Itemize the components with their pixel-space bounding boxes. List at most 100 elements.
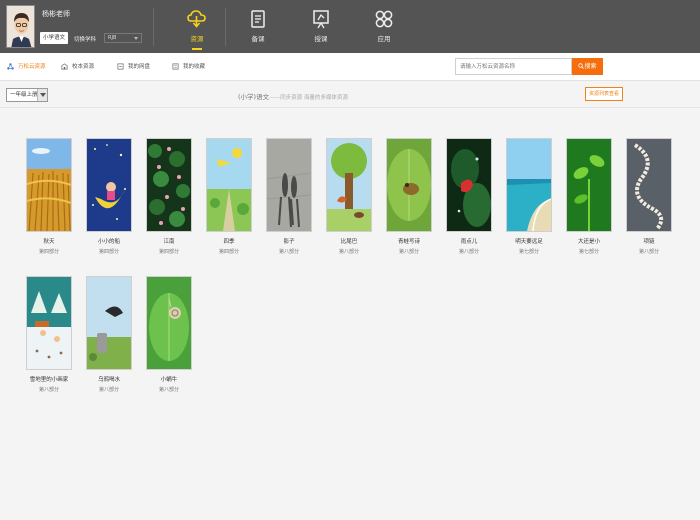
resource-cover-image[interactable]	[146, 276, 192, 370]
resource-title[interactable]: 明天要远足	[506, 237, 552, 245]
search-button[interactable]: 搜索	[572, 58, 603, 75]
resource-card[interactable]: 明天要远足 第七部分	[506, 138, 552, 255]
resource-card[interactable]: 小小的船 第四部分	[86, 138, 132, 255]
resource-title[interactable]: 雪地里的小画家	[26, 375, 72, 383]
resource-title[interactable]: 小蜗牛	[146, 375, 192, 383]
cloud-resources-icon	[187, 10, 206, 28]
resource-part: 第八部分	[158, 387, 179, 393]
resource-card[interactable]: 乌鸦喝水 第八部分	[86, 276, 132, 393]
search-input[interactable]	[455, 58, 572, 75]
tab-teaching-label: 授课	[314, 35, 328, 43]
tab-resources-label: 资源	[190, 35, 204, 43]
breadcrumb: (小学)语文——同步资源 海量的多媒体资源	[238, 91, 348, 101]
resource-part: 第四部分	[158, 249, 179, 255]
resource-part: 第四部分	[218, 249, 239, 255]
subtab-cloud-resources-label: 万松云资源	[18, 64, 46, 70]
resource-card[interactable]: 雪地里的小画家 第八部分	[26, 276, 72, 393]
resource-cover-image[interactable]	[566, 138, 612, 232]
breadcrumb-subject: (小学)语文	[238, 93, 270, 101]
subtab-school-resources[interactable]: 校本资源	[61, 62, 94, 70]
avatar[interactable]	[6, 5, 35, 48]
netdisk-icon	[117, 63, 124, 70]
resource-card[interactable]: 青蛙写诗 第八部分	[386, 138, 432, 255]
resource-card[interactable]: 秋天 第四部分	[26, 138, 72, 255]
resource-cover-image[interactable]	[86, 138, 132, 232]
resource-title[interactable]: 雨点儿	[446, 237, 492, 245]
resource-card[interactable]: 小蜗牛 第八部分	[146, 276, 192, 393]
header-divider	[225, 8, 226, 46]
grade-select[interactable]: 一年级上册	[6, 88, 48, 102]
resource-part: 第四部分	[98, 249, 119, 255]
resource-card[interactable]: 比尾巴 第八部分	[326, 138, 372, 255]
tab-apps-label: 应用	[377, 35, 391, 43]
subtab-my-favorites[interactable]: 我的收藏	[172, 62, 205, 70]
resource-part: 第八部分	[458, 249, 479, 255]
list-view-button[interactable]: 资源列表查看	[585, 87, 623, 101]
resource-part: 第八部分	[98, 387, 119, 393]
resource-cover-image[interactable]	[626, 138, 672, 232]
tab-resources[interactable]: 资源	[176, 0, 218, 53]
resource-cover-image[interactable]	[266, 138, 312, 232]
app-window: 杨彬老师 小学语文 切换学科 RJB 资源 备课 授课 应用 万松云资源 校本资…	[0, 0, 700, 520]
resource-title[interactable]: 江南	[146, 237, 192, 245]
filter-bar: 一年级上册 (小学)语文——同步资源 海量的多媒体资源 资源列表查看	[0, 82, 700, 108]
resource-source-bar: 万松云资源 校本资源 我的网盘 我的收藏 搜索	[0, 53, 700, 81]
resource-part: 第八部分	[278, 249, 299, 255]
resource-title[interactable]: 青蛙写诗	[386, 237, 432, 245]
resource-title[interactable]: 四季	[206, 237, 252, 245]
resource-card[interactable]: 项链 第八部分	[626, 138, 672, 255]
resource-title[interactable]: 项链	[626, 237, 672, 245]
subtab-school-resources-label: 校本资源	[72, 64, 95, 70]
resource-title[interactable]: 大还是小	[566, 237, 612, 245]
resource-cover-image[interactable]	[26, 276, 72, 370]
subtab-cloud-resources[interactable]: 万松云资源	[7, 62, 46, 70]
resource-part: 第八部分	[398, 249, 419, 255]
school-icon	[61, 63, 68, 70]
resource-title[interactable]: 影子	[266, 237, 312, 245]
apps-icon	[375, 10, 393, 28]
resource-part: 第七部分	[518, 249, 539, 255]
edition-select[interactable]: RJB	[104, 33, 142, 43]
resource-title[interactable]: 秋天	[26, 237, 72, 245]
tab-teaching[interactable]: 授课	[300, 0, 342, 53]
resource-part: 第七部分	[578, 249, 599, 255]
resource-cover-image[interactable]	[326, 138, 372, 232]
resource-title[interactable]: 小小的船	[86, 237, 132, 245]
cloud-share-icon	[7, 63, 14, 70]
favorites-icon	[172, 63, 179, 70]
tab-lesson-prep[interactable]: 备课	[237, 0, 279, 53]
resource-cover-image[interactable]	[386, 138, 432, 232]
resource-title[interactable]: 比尾巴	[326, 237, 372, 245]
resource-card[interactable]: 四季 第四部分	[206, 138, 252, 255]
resource-title[interactable]: 乌鸦喝水	[86, 375, 132, 383]
subtab-my-netdisk[interactable]: 我的网盘	[117, 62, 150, 70]
active-tab-indicator	[192, 48, 202, 50]
resource-cover-image[interactable]	[506, 138, 552, 232]
top-header: 杨彬老师 小学语文 切换学科 RJB 资源 备课 授课 应用	[0, 0, 700, 53]
search-button-label: 搜索	[584, 63, 597, 70]
breadcrumb-description: ——同步资源 海量的多媒体资源	[269, 95, 348, 101]
resource-card[interactable]: 雨点儿 第八部分	[446, 138, 492, 255]
subtab-my-netdisk-label: 我的网盘	[128, 64, 151, 70]
grade-value: 一年级上册	[10, 92, 38, 98]
tab-lesson-prep-label: 备课	[251, 35, 265, 43]
resource-card[interactable]: 大还是小 第七部分	[566, 138, 612, 255]
user-name: 杨彬老师	[42, 10, 70, 18]
tab-apps[interactable]: 应用	[363, 0, 405, 53]
current-subject-badge[interactable]: 小学语文	[40, 32, 68, 44]
switch-subject-link[interactable]: 切换学科	[74, 35, 96, 43]
chevron-down-icon	[134, 37, 138, 40]
resource-part: 第八部分	[638, 249, 659, 255]
resource-part: 第八部分	[38, 387, 59, 393]
resource-card[interactable]: 影子 第八部分	[266, 138, 312, 255]
teaching-board-icon	[313, 10, 329, 29]
resource-cover-image[interactable]	[26, 138, 72, 232]
resource-cover-image[interactable]	[146, 138, 192, 232]
chevron-down-icon	[37, 89, 47, 101]
lesson-prep-icon	[251, 10, 265, 28]
resource-cover-image[interactable]	[446, 138, 492, 232]
resource-card[interactable]: 江南 第四部分	[146, 138, 192, 255]
resource-cover-image[interactable]	[206, 138, 252, 232]
resource-cover-image[interactable]	[86, 276, 132, 370]
edition-value: RJB	[108, 35, 117, 41]
